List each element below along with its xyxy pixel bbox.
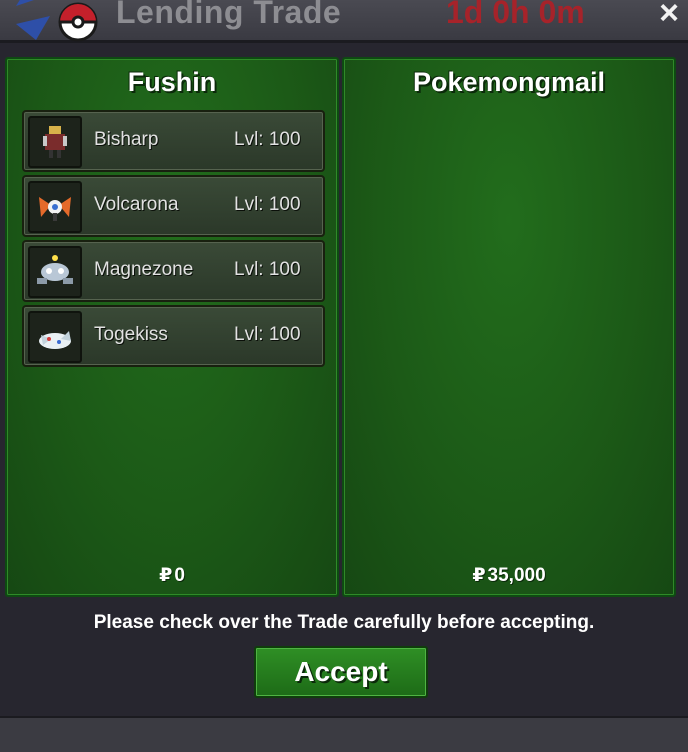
- bottom-bar: [0, 716, 688, 752]
- bisharp-sprite-icon: [28, 116, 82, 168]
- title-bar: Lending Trade 1d 0h 0m ×: [0, 0, 688, 43]
- slot-pokemon-level: Lvl: 100: [234, 194, 301, 215]
- slot-pokemon-name: Magnezone: [94, 259, 194, 280]
- right-money-offer: ₽35,000: [344, 564, 674, 587]
- pokedollar-currency-icon: ₽: [159, 565, 173, 586]
- pokeball-logo-icon: [16, 0, 98, 42]
- slot-pokemon-name: Bisharp: [94, 129, 159, 150]
- right-player-name: Pokemongmail: [412, 67, 606, 97]
- left-player-name: Fushin: [127, 67, 217, 97]
- volcarona-sprite-icon: [28, 181, 82, 233]
- right-money-amount: 35,000: [487, 565, 546, 586]
- togekiss-sprite-icon: [28, 311, 82, 363]
- trade-warning-notice: Please check over the Trade carefully be…: [93, 612, 595, 633]
- accept-button[interactable]: Accept: [254, 646, 428, 698]
- trade-slot-togekiss[interactable]: Togekiss Lvl: 100: [22, 305, 325, 367]
- trade-slot-volcarona[interactable]: Volcarona Lvl: 100: [22, 175, 325, 237]
- slot-pokemon-level: Lvl: 100: [234, 324, 301, 345]
- slot-pokemon-level: Lvl: 100: [234, 259, 301, 280]
- left-trade-panel: Fushin Bisharp Lvl: 100 Volcarona Lvl: 1…: [5, 57, 339, 597]
- trade-slot-bisharp[interactable]: Bisharp Lvl: 100: [22, 110, 325, 172]
- pokedollar-currency-icon: ₽: [472, 565, 486, 586]
- left-money-amount: 0: [174, 565, 185, 586]
- slot-pokemon-name: Volcarona: [94, 194, 179, 215]
- magnezone-sprite-icon: [28, 246, 82, 298]
- window-title: Lending Trade: [116, 0, 342, 30]
- left-money-offer: ₽0: [7, 564, 337, 587]
- close-icon[interactable]: ×: [652, 0, 686, 30]
- slot-pokemon-level: Lvl: 100: [234, 129, 301, 150]
- slot-pokemon-name: Togekiss: [94, 324, 168, 345]
- trade-slot-magnezone[interactable]: Magnezone Lvl: 100: [22, 240, 325, 302]
- trade-timer: 1d 0h 0m: [446, 0, 585, 30]
- right-trade-panel: Pokemongmail ₽35,000: [342, 57, 676, 597]
- lending-trade-window: Lending Trade 1d 0h 0m × Fushin Bisharp …: [0, 0, 688, 752]
